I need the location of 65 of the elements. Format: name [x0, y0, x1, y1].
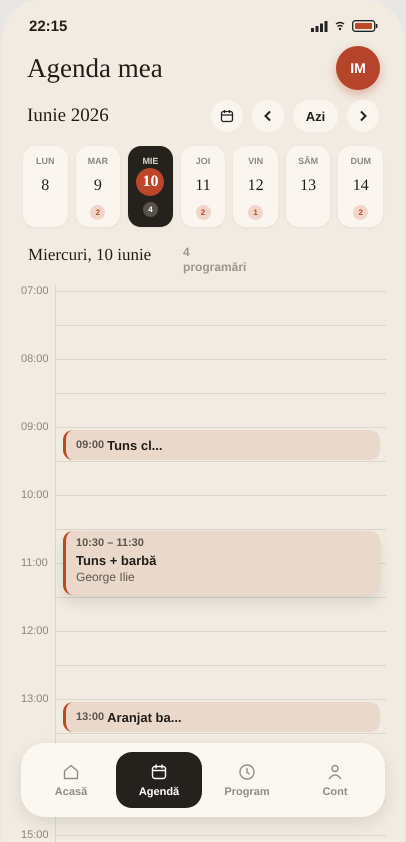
chevron-left-icon — [263, 110, 273, 122]
weekday-label: LUN — [36, 156, 55, 166]
hour-label: 08:00 — [21, 353, 49, 365]
hour-label: 10:00 — [21, 489, 49, 501]
day-card[interactable]: LUN 8 — [23, 146, 68, 227]
appointment-time: 09:00 — [76, 439, 104, 451]
hour-label: 07:00 — [21, 285, 49, 297]
day-card[interactable]: MIE 10 4 — [128, 146, 173, 227]
hour-label: 12:00 — [21, 625, 49, 637]
home-icon — [62, 762, 80, 780]
day-title: Miercuri, 10 iunie — [28, 245, 152, 265]
page-title: Agenda mea — [27, 52, 163, 84]
appointment-title: Tuns + barbă — [76, 553, 158, 568]
day-number: 10 — [136, 168, 164, 196]
appointment-card[interactable]: 09:00 Tuns cl... — [63, 430, 380, 460]
clock-icon — [238, 762, 256, 780]
hour-label: 13:00 — [21, 693, 49, 705]
weekday-label: SÂM — [298, 156, 318, 166]
appointment-title: Aranjat ba... — [107, 710, 182, 724]
appointment-time: 10:30 – 11:30 — [76, 537, 145, 549]
appointment-count: 4 — [142, 202, 158, 217]
appointment-count: 2 — [353, 205, 368, 220]
day-card[interactable]: DUM 14 2 — [338, 146, 384, 227]
calendar-icon — [150, 762, 168, 780]
wifi-icon — [335, 21, 345, 31]
today-button[interactable]: Azi — [293, 100, 338, 132]
next-button[interactable] — [347, 100, 379, 132]
day-number: 12 — [248, 176, 264, 196]
day-number: 14 — [352, 176, 369, 196]
weekday-label: DUM — [350, 156, 371, 166]
chevron-right-icon — [358, 110, 368, 122]
avatar[interactable]: IM — [336, 46, 380, 90]
day-card[interactable]: VIN 12 1 — [233, 146, 278, 227]
previous-button[interactable] — [252, 100, 284, 132]
appointment-count: 2 — [90, 205, 106, 220]
appointment-total: 4 programări — [183, 245, 248, 275]
appointment-count: 1 — [248, 205, 264, 220]
day-number: 9 — [94, 176, 102, 196]
day-card[interactable]: SÂM 13 — [286, 146, 330, 227]
weekday-label: VIN — [248, 156, 264, 166]
month-label: Iunie 2026 — [27, 105, 109, 127]
weekday-label: MAR — [88, 156, 108, 166]
weekday-label: JOI — [196, 156, 210, 166]
calendar-button[interactable] — [211, 100, 243, 132]
appointment-card[interactable]: 13:00 Aranjat ba... — [63, 702, 380, 732]
appointment-title: Tuns cl... — [107, 438, 163, 452]
client-name: George Ilie — [76, 570, 136, 584]
nav-tab[interactable]: Agendă — [116, 752, 202, 808]
battery-icon — [352, 20, 378, 32]
day-number: 13 — [300, 176, 316, 196]
day-number: 11 — [195, 176, 211, 196]
hour-label: 09:00 — [21, 421, 49, 433]
person-icon — [326, 762, 344, 780]
status-time: 22:15 — [29, 18, 68, 34]
hour-label: 15:00 — [21, 829, 49, 841]
day-number: 8 — [41, 176, 50, 196]
hour-label: 11:00 — [21, 557, 48, 569]
appointment-count: 2 — [196, 205, 211, 220]
appointment-card[interactable]: 10:30 – 11:30 Tuns + barbă George Ilie — [63, 531, 380, 595]
calendar-icon — [220, 109, 234, 123]
signal-icon — [311, 20, 328, 32]
weekday-label: MIE — [142, 156, 158, 166]
appointment-time: 13:00 — [76, 711, 104, 723]
day-card[interactable]: JOI 11 2 — [180, 146, 226, 227]
day-card[interactable]: MAR 9 2 — [76, 146, 120, 227]
